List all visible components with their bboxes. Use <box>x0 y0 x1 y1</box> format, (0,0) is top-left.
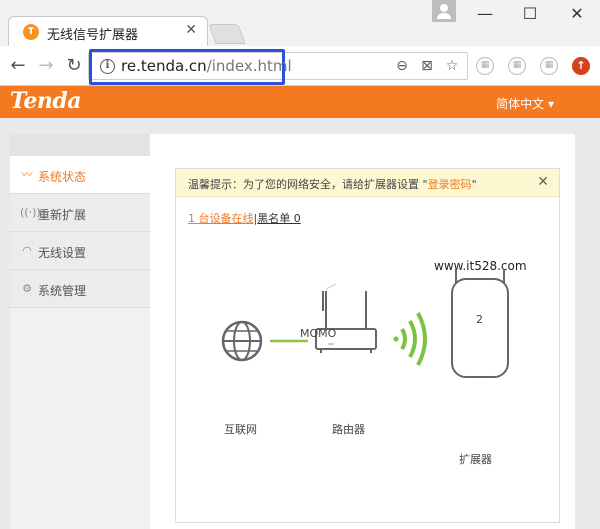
tenda-logo: Tenda <box>10 88 81 114</box>
page-background: 〰 系统状态 ((·)) 重新扩展 ◠ 无线设置 ⚙ 系统管理 温馨提示：为了您… <box>0 118 600 529</box>
sidebar-item-wireless[interactable]: ◠ 无线设置 <box>10 232 150 270</box>
extender-label: 扩展器 <box>459 453 492 466</box>
router-label: 路由器 <box>332 423 365 436</box>
back-arrow-icon[interactable]: ← <box>6 54 30 78</box>
forward-arrow-icon[interactable]: → <box>34 54 58 78</box>
browser-toolbar: ← → ↻ i re.tenda.cn/index.html ⊖ ⊠ ☆ ▦ ▦… <box>0 46 600 86</box>
profile-icon[interactable] <box>432 0 456 22</box>
language-label: 简体中文 <box>496 97 545 111</box>
new-tab-button[interactable] <box>208 24 246 44</box>
browser-tab[interactable]: T 无线信号扩展器 ✕ <box>8 16 208 46</box>
language-select[interactable]: 简体中文 ▾ <box>496 95 554 112</box>
sidebar-item-label: 无线设置 <box>38 246 87 260</box>
close-window-button[interactable]: ✕ <box>562 2 592 26</box>
chevron-down-icon: ▾ <box>544 97 554 111</box>
update-icon[interactable]: ↑ <box>572 57 590 75</box>
security-notice: 温馨提示：为了您的网络安全，请给扩展器设置 "登录密码" ✕ <box>176 169 559 197</box>
internet-label: 互联网 <box>224 423 257 436</box>
wifi-icon: ◠ <box>22 244 32 257</box>
tab-close-icon[interactable]: ✕ <box>185 22 197 38</box>
close-icon[interactable]: ✕ <box>537 174 549 190</box>
sidebar-item-re-extend[interactable]: ((·)) 重新扩展 <box>10 194 150 232</box>
zoom-icon[interactable]: ⊖ <box>394 58 410 74</box>
globe-icon <box>221 320 263 362</box>
online-devices-link[interactable]: 1 台设备在线 <box>188 212 254 225</box>
url-text[interactable]: re.tenda.cn/index.html <box>121 57 292 75</box>
blacklist-link[interactable]: 黑名单 0 <box>257 212 301 225</box>
sidebar-item-label: 系统状态 <box>38 170 87 184</box>
set-password-link[interactable]: 登录密码 <box>428 178 472 191</box>
sidebar-item-label: 重新扩展 <box>38 208 87 222</box>
extension-icon[interactable]: ▦ <box>540 57 558 75</box>
status-content: 温馨提示：为了您的网络安全，请给扩展器设置 "登录密码" ✕ 1 台设备在线|黑… <box>175 168 560 523</box>
notice-suffix: " <box>471 178 477 191</box>
tenda-header: Tenda 简体中文 ▾ <box>0 86 600 118</box>
router-icon <box>315 291 377 353</box>
callout-line <box>325 283 337 290</box>
main-panel: 〰 系统状态 ((·)) 重新扩展 ◠ 无线设置 ⚙ 系统管理 温馨提示：为了您… <box>10 134 575 529</box>
translate-icon[interactable]: ⊠ <box>419 58 435 74</box>
device-summary: 1 台设备在线|黑名单 0 <box>188 210 301 226</box>
minimize-button[interactable]: — <box>470 2 500 26</box>
browser-titlebar: T 无线信号扩展器 ✕ — ☐ ✕ <box>0 0 600 46</box>
url-path: /index.html <box>206 57 292 75</box>
site-info-icon[interactable]: i <box>100 59 115 74</box>
url-host: re.tenda.cn <box>121 57 207 75</box>
signal-icon: ((·)) <box>20 206 41 219</box>
maximize-button[interactable]: ☐ <box>515 2 545 26</box>
wifi-waves-icon <box>393 312 427 366</box>
gear-icon: ⚙ <box>22 282 32 295</box>
notice-text: 温馨提示：为了您的网络安全，请给扩展器设置 "登录密码" <box>188 176 477 192</box>
notice-prefix: 温馨提示：为了您的网络安全，请给扩展器设置 " <box>188 178 428 191</box>
sidebar-item-label: 系统管理 <box>38 284 87 298</box>
sidebar-item-status[interactable]: 〰 系统状态 <box>10 156 150 194</box>
sidebar-header <box>10 134 150 156</box>
address-bar[interactable]: i re.tenda.cn/index.html ⊖ ⊠ ☆ <box>88 49 468 85</box>
reload-icon[interactable]: ↻ <box>62 54 86 78</box>
sidebar: 〰 系统状态 ((·)) 重新扩展 ◠ 无线设置 ⚙ 系统管理 <box>10 134 150 529</box>
extender-clients-count: 2 <box>476 313 483 326</box>
bookmark-star-icon[interactable]: ☆ <box>444 58 460 74</box>
sidebar-item-system[interactable]: ⚙ 系统管理 <box>10 270 150 308</box>
router-ssid-label: MOMO <box>300 327 337 340</box>
extension-icon[interactable]: ▦ <box>476 57 494 75</box>
network-topology <box>221 269 509 378</box>
pulse-icon: 〰 <box>21 168 33 181</box>
tab-title: 无线信号扩展器 <box>47 28 139 43</box>
tenda-favicon-icon: T <box>23 24 39 40</box>
extension-icon[interactable]: ▦ <box>508 57 526 75</box>
